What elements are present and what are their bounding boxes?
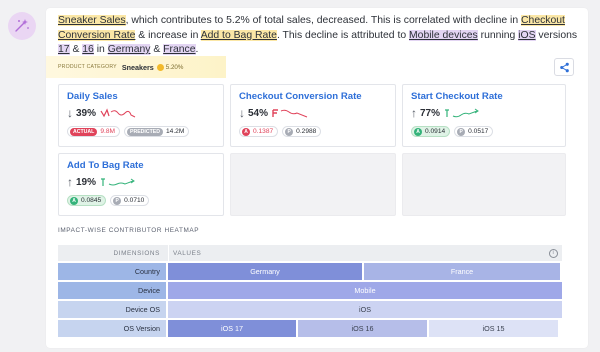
actual-chip: ACTUAL 9.8M <box>67 126 120 137</box>
dimension-label: Device OS <box>58 301 166 318</box>
category-label: PRODUCT CATEGORY <box>58 64 117 70</box>
share-button[interactable] <box>554 58 574 76</box>
metric-title[interactable]: Add To Bag Rate <box>67 160 144 171</box>
arrow-down-icon: ↓ <box>239 106 245 120</box>
predicted-chip: P 0.0517 <box>454 126 494 137</box>
metric-change: 19% <box>76 176 97 188</box>
dimensions-header: DIMENSIONS <box>113 249 160 257</box>
metric-card-daily-sales[interactable]: Daily Sales ↓ 39% ACTUAL 9.8M PREDICTED 14… <box>58 84 224 147</box>
metric-title[interactable]: Daily Sales <box>67 91 118 102</box>
metric-card-checkout-conversion[interactable]: Checkout Conversion Rate ↓ 54% A 0.1387 P… <box>230 84 396 147</box>
highlight-france[interactable]: France <box>163 44 196 55</box>
heatmap-row-device-os: Device OS iOS <box>58 301 562 318</box>
metric-title[interactable]: Start Checkout Rate <box>411 91 503 102</box>
pie-icon <box>156 63 164 71</box>
sparkline-icon <box>445 108 479 118</box>
arrow-up-icon: ↑ <box>411 106 417 120</box>
metric-change: 77% <box>420 107 441 119</box>
assistant-avatar <box>8 12 36 40</box>
highlight-germany[interactable]: Germany <box>107 44 151 55</box>
values-header: VALUES i <box>168 245 562 261</box>
metric-card-start-checkout[interactable]: Start Checkout Rate ↑ 77% A 0.0914 P 0.051… <box>402 84 566 147</box>
share-icon <box>559 62 569 72</box>
arrow-up-icon: ↑ <box>67 175 73 189</box>
metric-change: 54% <box>248 107 269 119</box>
highlight-sneaker-sales[interactable]: Sneaker Sales <box>58 15 126 26</box>
metric-change: 39% <box>76 107 97 119</box>
info-icon[interactable]: i <box>549 248 558 258</box>
dimension-label: Device <box>58 282 166 299</box>
heatmap-cell[interactable]: Mobile <box>168 282 562 299</box>
actual-chip: A 0.0845 <box>67 195 107 206</box>
metric-card-add-to-bag[interactable]: Add To Bag Rate ↑ 19% A 0.0845 P 0.0710 <box>58 153 224 216</box>
category-value: Sneakers <box>121 62 154 72</box>
heatmap-cell[interactable]: iOS <box>168 301 562 318</box>
sparkline-icon <box>101 178 135 186</box>
insight-card: Sneaker Sales, which contributes to 5.2%… <box>46 8 588 348</box>
predicted-chip: P 0.0710 <box>110 195 150 206</box>
empty-metric-slot <box>402 153 566 216</box>
heatmap-row-os-version: OS Version iOS 17 iOS 16 iOS 15 <box>58 320 562 337</box>
highlight-ios[interactable]: iOS <box>518 29 536 41</box>
sparkline-icon <box>272 109 308 118</box>
product-category-bar: PRODUCT CATEGORY Sneakers 5.20% <box>46 56 226 78</box>
empty-metric-slot <box>230 153 396 216</box>
predicted-chip: PREDICTED 14.2M <box>124 126 190 137</box>
sparkline-icon <box>100 108 136 118</box>
heatmap-cell[interactable]: iOS 15 <box>429 320 558 337</box>
predicted-chip: P 0.2988 <box>282 126 322 137</box>
actual-chip: A 0.0914 <box>411 126 451 137</box>
heatmap-title: IMPACT-WISE CONTRIBUTOR HEATMAP <box>58 227 200 234</box>
arrow-down-icon: ↓ <box>67 106 73 120</box>
dimension-label: OS Version <box>58 320 166 337</box>
insight-summary: Sneaker Sales, which contributes to 5.2%… <box>58 15 578 55</box>
metric-title[interactable]: Checkout Conversion Rate <box>239 91 362 102</box>
heatmap-row-device: Device Mobile <box>58 282 562 299</box>
heatmap-cell[interactable]: France <box>364 263 560 280</box>
sparkle-wand-icon <box>15 19 29 32</box>
heatmap-row-country: Country Germany France <box>58 263 562 280</box>
heatmap-cell[interactable]: Germany <box>168 263 362 280</box>
actual-chip: A 0.1387 <box>239 126 279 137</box>
heatmap-cell[interactable]: iOS 17 <box>168 320 296 337</box>
highlight-ios-16[interactable]: 16 <box>82 44 94 55</box>
highlight-add-to-bag[interactable]: Add to Bag Rate <box>200 29 277 41</box>
heatmap-cell[interactable]: iOS 16 <box>298 320 427 337</box>
category-share: 5.20% <box>156 63 183 71</box>
highlight-ios-17[interactable]: 17 <box>58 44 70 55</box>
dimension-label: Country <box>58 263 166 280</box>
highlight-mobile-devices[interactable]: Mobile devices <box>409 29 478 41</box>
heatmap-header: DIMENSIONS VALUES i <box>58 245 562 261</box>
